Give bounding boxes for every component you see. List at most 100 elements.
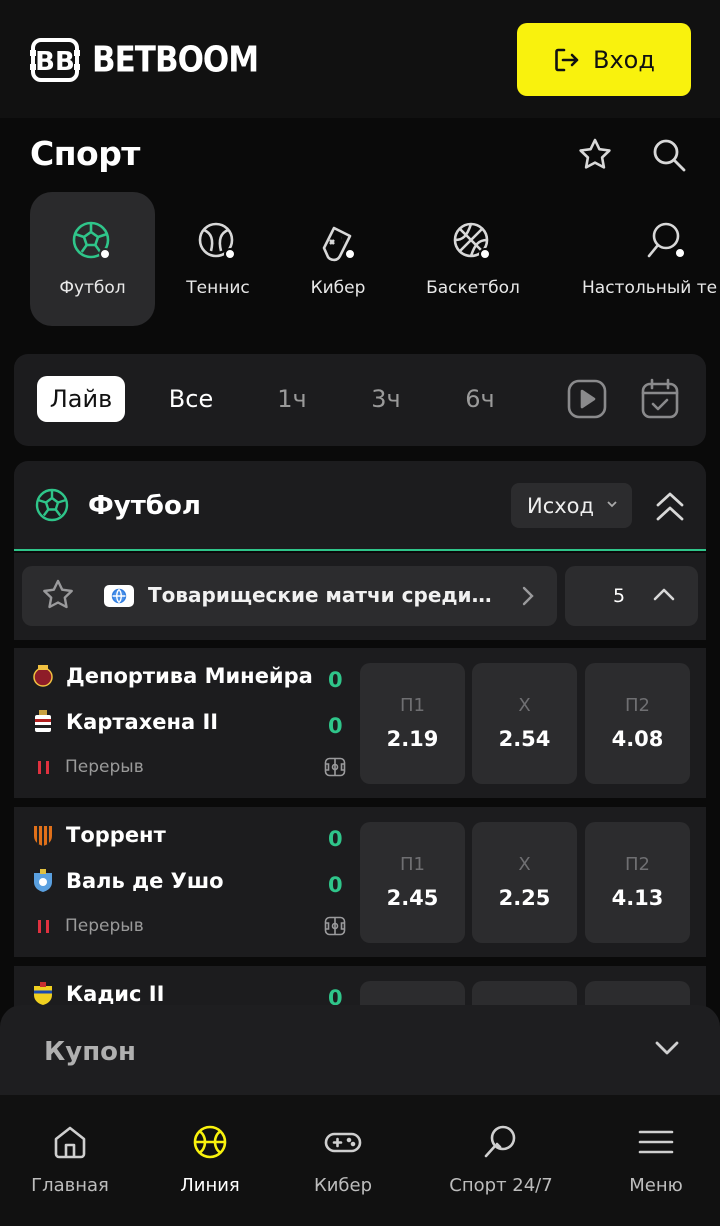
- odd-value: 2.25: [498, 886, 551, 910]
- nav-menu[interactable]: Меню: [622, 1123, 690, 1196]
- search-icon[interactable]: [650, 136, 688, 174]
- nav-line[interactable]: Линия: [174, 1123, 246, 1196]
- chevron-down-icon: [655, 1041, 679, 1055]
- odd-value: 2.54: [498, 727, 551, 751]
- chevron-right-icon: [522, 586, 534, 606]
- away-score: 0: [328, 873, 343, 897]
- section-title: Футбол: [88, 491, 201, 521]
- pause-icon: [38, 760, 49, 774]
- outcome-label: Исход: [527, 493, 595, 518]
- time-filter-bar: Лайв Все 1ч 3ч 6ч: [14, 354, 706, 446]
- category-label: Теннис: [186, 278, 250, 298]
- odd-button-x[interactable]: Х 2.54: [472, 663, 577, 784]
- odd-button-p1[interactable]: П1 2.19: [360, 663, 465, 784]
- basketball-icon: [453, 222, 491, 260]
- outcome-dropdown[interactable]: Исход: [511, 483, 632, 528]
- odd-button-x[interactable]: Х 2.25: [472, 822, 577, 943]
- league-name: Товарищеские матчи среди клу...: [148, 583, 498, 607]
- category-cyber[interactable]: Кибер: [292, 192, 384, 326]
- team-crest-icon: [35, 710, 51, 732]
- category-label: Настольный те: [582, 278, 718, 298]
- world-globe-icon: [104, 585, 134, 607]
- collapse-all-icon[interactable]: [652, 487, 688, 527]
- bottom-navigation: Главная Линия Кибер Спорт 24/7 Меню: [0, 1095, 720, 1226]
- favorite-star-icon[interactable]: [40, 578, 76, 614]
- category-tennis[interactable]: Теннис: [168, 192, 268, 326]
- home-team-name: Депортива Минейра: [66, 664, 313, 688]
- login-button[interactable]: Вход: [517, 23, 691, 96]
- team-crest-icon: [34, 869, 52, 892]
- team-crest-icon: [34, 826, 52, 846]
- away-team-name: Валь де Ушо: [66, 869, 224, 893]
- sport-categories: Футбол Теннис Кибер Баскетбол Настольный…: [0, 192, 720, 326]
- league-header[interactable]: Товарищеские матчи среди клу...: [22, 566, 557, 626]
- home-team-name: Торрент: [66, 823, 166, 847]
- category-table-tennis[interactable]: Настольный те: [578, 192, 720, 326]
- football-section-header: Футбол Исход: [14, 461, 706, 551]
- status-label: Перерыв: [65, 916, 144, 936]
- home-score: 0: [328, 668, 343, 692]
- field-stats-icon[interactable]: [324, 757, 346, 777]
- home-team: Кадис II: [32, 982, 164, 1006]
- odd-button-p1[interactable]: П1 2.45: [360, 822, 465, 943]
- favorites-star-icon[interactable]: [576, 136, 614, 174]
- league-row: Товарищеские матчи среди клу... 5: [14, 553, 706, 640]
- gamepad-icon: [324, 1132, 362, 1153]
- odd-value: 2.45: [386, 886, 439, 910]
- video-stream-icon[interactable]: [565, 377, 609, 421]
- category-label: Футбол: [59, 278, 126, 298]
- team-crest-icon: [34, 982, 52, 1005]
- status-label: Перерыв: [65, 757, 144, 777]
- filter-all[interactable]: Все: [162, 376, 220, 422]
- match-count: 5: [613, 585, 626, 607]
- category-football[interactable]: Футбол: [30, 192, 155, 326]
- chevron-down-icon: [607, 501, 617, 508]
- cyber-icon: [322, 226, 356, 262]
- ping-pong-icon: [484, 1125, 516, 1158]
- odd-value: 4.08: [611, 727, 664, 751]
- home-team-name: Кадис II: [66, 982, 165, 1006]
- login-icon: [555, 48, 579, 71]
- coupon-panel[interactable]: Купон: [0, 1005, 720, 1095]
- filter-3h[interactable]: 3ч: [360, 376, 412, 422]
- nav-cyber[interactable]: Кибер: [306, 1123, 380, 1196]
- odd-button-p2[interactable]: П2 4.08: [585, 663, 690, 784]
- odd-label: Х: [518, 854, 531, 875]
- home-team: Депортива Минейра: [32, 664, 313, 688]
- svg-text:BB: BB: [35, 47, 75, 77]
- nav-home[interactable]: Главная: [31, 1123, 109, 1196]
- category-label: Кибер: [310, 278, 366, 298]
- category-basketball[interactable]: Баскетбол: [418, 192, 528, 326]
- login-label: Вход: [593, 45, 655, 74]
- table-tennis-icon: [647, 222, 686, 259]
- odd-button-p2[interactable]: П2 4.13: [585, 822, 690, 943]
- brand-logo[interactable]: BB BETBOOM: [30, 38, 259, 82]
- team-crest-icon: [33, 665, 53, 687]
- brand-name: BETBOOM: [92, 39, 259, 81]
- pause-icon: [38, 919, 49, 933]
- home-team: Торрент: [32, 823, 166, 847]
- odd-label: П2: [625, 695, 650, 716]
- away-team: Валь де Ушо: [32, 869, 224, 893]
- page-title: Спорт: [30, 134, 140, 173]
- odd-label: Х: [518, 695, 531, 716]
- category-label: Баскетбол: [426, 278, 520, 298]
- betboom-sport-page: BB BETBOOM Вход Спорт Футбол Теннис Кибе…: [0, 0, 720, 1226]
- away-team-name: Картахена II: [66, 710, 219, 734]
- home-score: 0: [328, 827, 343, 851]
- football-icon: [72, 221, 111, 260]
- odd-label: П1: [400, 695, 425, 716]
- line-ball-icon: [193, 1125, 227, 1159]
- calendar-check-icon[interactable]: [638, 377, 682, 421]
- filter-6h[interactable]: 6ч: [454, 376, 506, 422]
- filter-live[interactable]: Лайв: [37, 376, 125, 422]
- field-stats-icon[interactable]: [324, 916, 346, 936]
- match-status: Перерыв: [38, 916, 144, 936]
- filter-1h[interactable]: 1ч: [266, 376, 318, 422]
- match-card[interactable]: Торрент 0 Валь де Ушо 0 Перерыв П1 2.45 …: [14, 807, 706, 957]
- nav-sport-24-7[interactable]: Спорт 24/7: [446, 1123, 556, 1196]
- league-count-toggle[interactable]: 5: [565, 566, 698, 626]
- coupon-title: Купон: [44, 1037, 136, 1067]
- match-card[interactable]: Депортива Минейра 0 Картахена II 0 Перер…: [14, 648, 706, 798]
- top-header: BB BETBOOM Вход: [0, 0, 720, 118]
